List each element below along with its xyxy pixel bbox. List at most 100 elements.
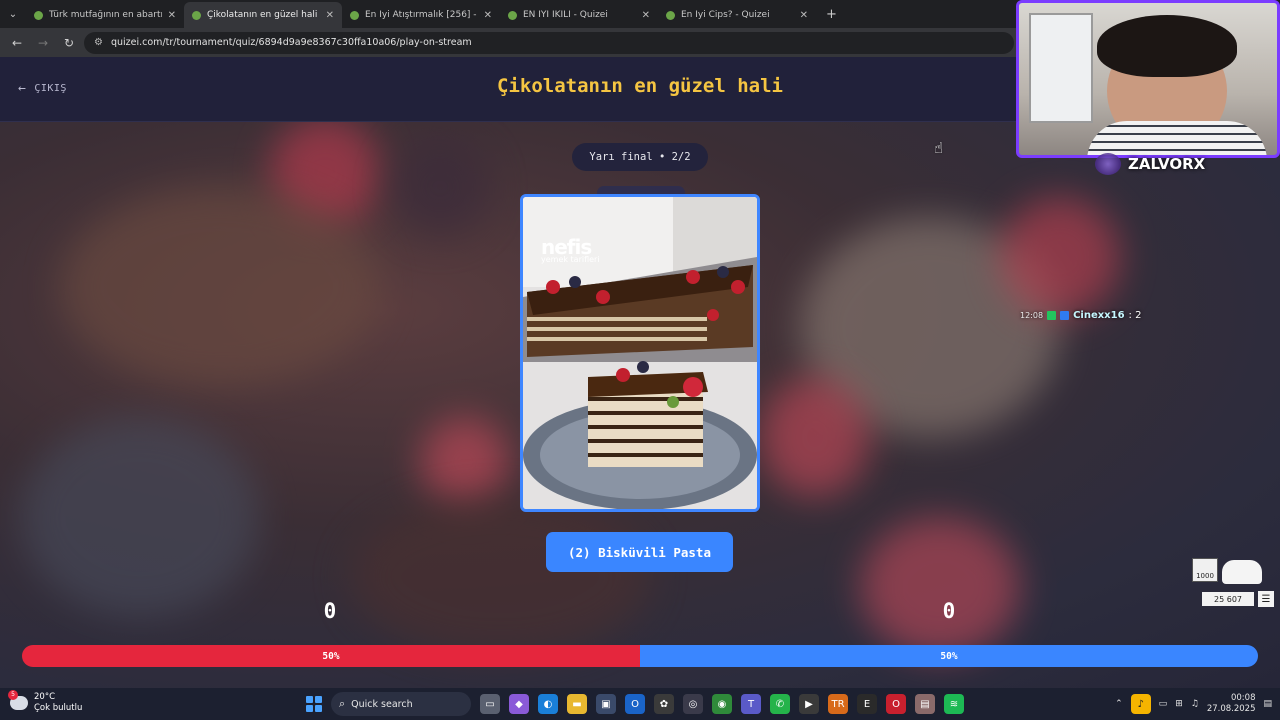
close-icon[interactable]: ✕ xyxy=(800,10,808,21)
background-blur xyxy=(390,137,490,237)
weather-temp: 20°C xyxy=(34,692,56,702)
reload-icon[interactable]: ↻ xyxy=(58,32,80,54)
webcam-overlay xyxy=(1016,0,1280,158)
browser-tab[interactable]: En İyi Cips? - Quizei ✕ xyxy=(658,2,816,28)
tab-title: En İyi Atıştırmalık [256] - Quizei xyxy=(365,10,478,20)
opera-icon[interactable]: O xyxy=(886,694,906,714)
cloud-icon: 5 xyxy=(8,690,28,710)
site-info-icon[interactable]: ⚙ xyxy=(94,37,103,48)
spotify-icon[interactable]: ≋ xyxy=(944,694,964,714)
background-blur xyxy=(60,187,380,387)
favicon-icon xyxy=(350,10,359,20)
background-blur xyxy=(860,517,1020,657)
background-blur xyxy=(1000,197,1120,317)
channel-logo-icon xyxy=(1095,153,1121,175)
new-tab-icon[interactable]: + xyxy=(816,7,847,22)
microphone-icon[interactable]: ♪ xyxy=(1130,694,1151,714)
chrome-icon[interactable]: ◉ xyxy=(712,694,732,714)
background-blur xyxy=(20,417,260,617)
menu-icon: ☰ xyxy=(1258,591,1274,607)
copilot-icon[interactable]: ◆ xyxy=(509,694,529,714)
forward-icon[interactable]: → xyxy=(32,32,54,54)
windows-start-icon[interactable] xyxy=(306,696,322,712)
widget-box: 1000 xyxy=(1192,558,1218,582)
chatgpt-icon[interactable]: ✿ xyxy=(654,694,674,714)
webcam-background xyxy=(1029,13,1093,123)
chat-text: : 2 xyxy=(1128,310,1142,321)
kick-badge-icon xyxy=(1047,311,1057,320)
vote-segment-left: 50% xyxy=(22,645,640,667)
browser-tab[interactable]: EN İYİ İKİLİ - Quizei ✕ xyxy=(500,2,658,28)
choice-card[interactable]: nefis yemek tarifleri xyxy=(520,194,760,512)
chevron-up-icon[interactable]: ⌃ xyxy=(1115,699,1123,709)
tab-search-icon[interactable]: ⌄ xyxy=(0,0,26,28)
whatsapp-icon[interactable]: ✆ xyxy=(770,694,790,714)
stream-widget: 1000 25 607 ☰ xyxy=(1192,558,1274,608)
notification-icon[interactable]: ▤ xyxy=(1263,699,1272,709)
chat-time: 12:08 xyxy=(1020,311,1044,320)
display-icon[interactable]: ▭ xyxy=(1159,699,1168,709)
webcam-hair xyxy=(1097,15,1237,77)
taskbar-apps: ⌕ Quick search ▭ ◆ ◐ ▬ ▣ O ✿ ◎ ◉ T ✆ ▶ T… xyxy=(306,692,964,716)
channel-name: ZALVORX xyxy=(1128,155,1206,173)
favicon-icon xyxy=(508,10,517,20)
back-icon[interactable]: ← xyxy=(6,32,28,54)
close-icon[interactable]: ✕ xyxy=(326,10,334,21)
weather-text: 20°C Çok bulutlu xyxy=(34,692,82,714)
background-blur xyxy=(760,377,870,497)
vote-bar: 50% 50% xyxy=(22,645,1258,667)
browser-tab[interactable]: En İyi Atıştırmalık [256] - Quizei ✕ xyxy=(342,2,500,28)
close-icon[interactable]: ✕ xyxy=(642,10,650,21)
url-text: quizei.com/tr/tournament/quiz/6894d9a9e8… xyxy=(110,37,472,48)
background-blur xyxy=(350,497,650,657)
photos-icon[interactable]: ▤ xyxy=(915,694,935,714)
browser-tab-active[interactable]: Çikolatanın en güzel hali - Quiz ✕ xyxy=(184,2,342,28)
score-left: 0 xyxy=(323,599,337,623)
task-view-icon[interactable]: ▭ xyxy=(480,694,500,714)
cat-icon xyxy=(1222,560,1262,584)
screen: ⌄ Türk mutfağının en abartılmış t ✕ Çiko… xyxy=(0,0,1280,720)
search-icon: ⌕ xyxy=(339,697,346,710)
favicon-icon xyxy=(666,10,675,20)
tab-title: Türk mutfağının en abartılmış t xyxy=(49,10,162,20)
browser-tab[interactable]: Türk mutfağının en abartılmış t ✕ xyxy=(26,2,184,28)
weather-desc: Çok bulutlu xyxy=(34,703,83,713)
clock-date: 27.08.2025 xyxy=(1206,704,1256,714)
favicon-icon xyxy=(192,10,201,20)
vote-segment-right: 50% xyxy=(640,645,1258,667)
widget-count: 25 607 xyxy=(1202,592,1254,606)
network-icon[interactable]: ⊞ xyxy=(1175,699,1183,709)
background-blur xyxy=(420,417,510,507)
weather-widget[interactable]: 5 20°C Çok bulutlu xyxy=(8,690,82,714)
media-player-icon[interactable]: ▶ xyxy=(799,694,819,714)
tab-title: Çikolatanın en güzel hali - Quiz xyxy=(207,10,320,20)
obs-icon[interactable]: ◎ xyxy=(683,694,703,714)
clock[interactable]: 00:08 27.08.2025 xyxy=(1207,693,1256,715)
round-badge: Yarı final • 2/2 xyxy=(572,143,708,171)
clock-time: 00:08 xyxy=(1230,693,1256,703)
system-tray: ⌃ ♪ ▭ ⊞ ♫ 00:08 27.08.2025 ▤ xyxy=(1115,692,1272,716)
score-right: 0 xyxy=(942,599,956,623)
file-explorer-icon[interactable]: ▬ xyxy=(567,694,587,714)
choice-button[interactable]: (2) Bisküvili Pasta xyxy=(546,532,733,572)
store-icon[interactable]: ▣ xyxy=(596,694,616,714)
outlook-icon[interactable]: O xyxy=(625,694,645,714)
epic-games-icon[interactable]: E xyxy=(857,694,877,714)
weather-badge: 5 xyxy=(8,690,18,700)
close-icon[interactable]: ✕ xyxy=(484,10,492,21)
webcam-shirt xyxy=(1087,121,1267,155)
chat-username: Cinexx16 xyxy=(1073,310,1125,321)
image-watermark-sub: yemek tarifleri xyxy=(541,255,600,264)
tab-title: EN İYİ İKİLİ - Quizei xyxy=(523,10,608,20)
volume-icon[interactable]: ♫ xyxy=(1191,699,1199,709)
windows-taskbar: 5 20°C Çok bulutlu ⌕ Quick search ▭ ◆ ◐ … xyxy=(0,688,1280,720)
favicon-icon xyxy=(34,10,43,20)
teams-icon[interactable]: T xyxy=(741,694,761,714)
taskbar-search[interactable]: ⌕ Quick search xyxy=(331,692,471,716)
app-tr-icon[interactable]: TR xyxy=(828,694,848,714)
verified-badge-icon xyxy=(1060,311,1070,320)
hand-cursor-icon: ☝ xyxy=(934,139,944,157)
close-icon[interactable]: ✕ xyxy=(168,10,176,21)
edge-icon[interactable]: ◐ xyxy=(538,694,558,714)
address-bar[interactable]: ⚙ quizei.com/tr/tournament/quiz/6894d9a9… xyxy=(84,31,1014,54)
